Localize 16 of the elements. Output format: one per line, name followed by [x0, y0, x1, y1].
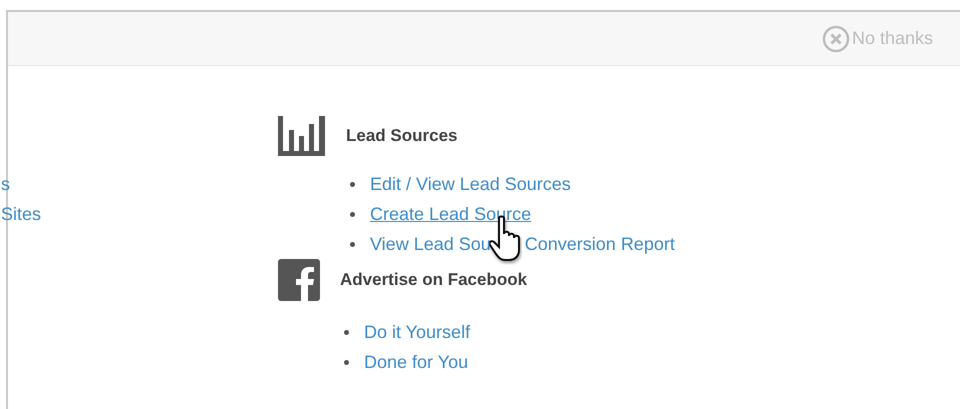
link[interactable]: Edit / View Lead Sources: [370, 174, 571, 194]
section-heading: Advertise on Facebook: [340, 270, 528, 290]
bullet: [350, 212, 355, 216]
link[interactable]: View Lead Sou Conversion Report: [370, 234, 675, 254]
bar-chart-icon: [278, 116, 325, 156]
facebook-icon: [278, 259, 320, 301]
link[interactable]: Sites: [1, 199, 278, 229]
bullet: [344, 360, 349, 364]
bullet: [350, 242, 355, 246]
bullet: [350, 182, 355, 186]
bullet: [344, 330, 349, 334]
close-icon: [822, 24, 850, 52]
link[interactable]: s: [1, 169, 278, 199]
section-heading: Lead Sources: [346, 126, 458, 146]
link[interactable]: Done for You: [364, 352, 468, 372]
link[interactable]: Do it Yourself: [364, 322, 470, 342]
